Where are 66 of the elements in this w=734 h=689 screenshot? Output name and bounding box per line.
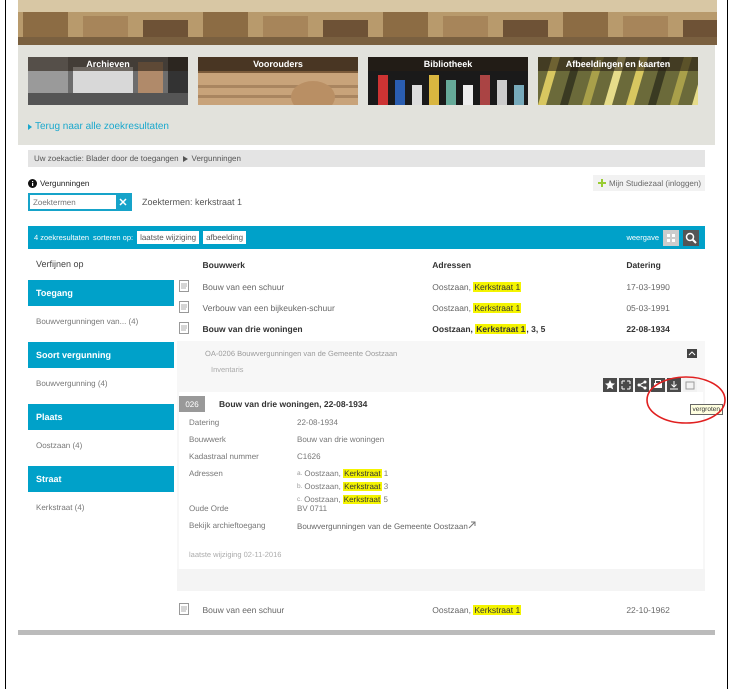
field-label: Kadastraal nummer <box>189 452 260 463</box>
column-header: Datering <box>626 260 661 270</box>
fullscreen-icon[interactable] <box>619 378 633 392</box>
filter-title: Verfijnen op <box>35 258 85 271</box>
date-cell: 22-10-1962 <box>626 604 670 614</box>
address-value: Oostzaan, Kerkstraat 1 <box>304 469 388 478</box>
document-icon[interactable] <box>178 320 190 334</box>
plus-icon <box>596 178 607 188</box>
filter-heading: Plaats <box>28 404 174 430</box>
filter-item[interactable]: Bouwvergunning (4) <box>28 368 174 398</box>
field-value: BV 0711 <box>297 504 328 513</box>
address-cell: Oostzaan, Kerkstraat 1 <box>432 282 522 292</box>
address-cell: Oostzaan, Kerkstraat 1 <box>432 604 522 614</box>
archive-link[interactable]: Bouwvergunningen van de Gemeente Oostzaan <box>297 522 468 531</box>
breadcrumb-text: Uw zoekactie: Blader door de toegangen <box>34 154 179 163</box>
filter-heading: Straat <box>28 466 174 492</box>
address-cell: Oostzaan, Kerkstraat 1, 3, 5 <box>432 324 546 334</box>
sort-option[interactable]: laatste wijziging <box>137 231 200 244</box>
category-tile[interactable]: Bibliotheek <box>368 57 528 105</box>
sort-option[interactable]: afbeelding <box>203 231 246 244</box>
filter-item[interactable]: Bouwvergunningen van... (4) <box>28 306 174 336</box>
filter-heading: Toegang <box>28 280 174 306</box>
column-header: Bouwwerk <box>202 260 246 270</box>
download-icon[interactable] <box>667 378 681 392</box>
address-cell: Oostzaan, Kerkstraat 1 <box>432 302 522 312</box>
field-label: Bouwwerk <box>189 435 227 446</box>
record-title: Bouw van drie woningen, 22-08-1934 <box>219 399 368 409</box>
search-field[interactable]: Zoektermen <box>28 193 132 211</box>
address-value: Oostzaan, Kerkstraat 3 <box>304 482 388 491</box>
building-cell[interactable]: Bouw van drie woningen <box>202 324 303 334</box>
star-icon[interactable] <box>603 378 617 392</box>
column-header: Adressen <box>432 260 472 270</box>
chevron-icon <box>28 124 32 130</box>
building-cell[interactable]: Bouw van een schuur <box>202 282 284 292</box>
filter-item[interactable]: Kerkstraat (4) <box>28 492 174 522</box>
document-icon[interactable] <box>178 300 190 314</box>
info-icon <box>28 178 37 188</box>
field-value: 22-08-1934 <box>297 418 338 427</box>
filter-item[interactable]: Oostzaan (4) <box>28 430 174 460</box>
field-label: Bekijk archieftoegang <box>189 521 266 532</box>
share-icon[interactable] <box>635 378 649 392</box>
login-button[interactable]: Mijn Studiezaal (inloggen) <box>592 175 705 191</box>
document-icon[interactable] <box>178 602 190 616</box>
category-tile[interactable]: Afbeeldingen en kaarten <box>538 57 698 105</box>
filter-heading: Soort vergunning <box>28 342 174 368</box>
collapse-icon[interactable] <box>687 349 697 358</box>
field-label: Adressen <box>189 469 224 480</box>
date-cell: 17-03-1990 <box>626 282 670 292</box>
field-label: Datering <box>189 418 220 429</box>
category-tile[interactable]: Voorouders <box>198 57 358 105</box>
field-value: Bouw van drie woningen <box>297 435 384 444</box>
search-summary: Zoektermen: kerkstraat 1 <box>142 197 242 207</box>
building-cell[interactable]: Bouw van een schuur <box>202 604 284 614</box>
field-label: Oude Orde <box>189 504 230 515</box>
building-cell[interactable]: Verbouw van een bijkeuken-schuur <box>202 302 335 312</box>
external-link-icon[interactable] <box>468 521 476 529</box>
field-value: C1626 <box>297 452 321 461</box>
breadcrumb-current: Vergunningen <box>192 154 241 163</box>
document-icon[interactable] <box>178 278 190 292</box>
date-cell: 22-08-1934 <box>626 324 670 334</box>
section-title: Vergunningen <box>40 178 90 188</box>
address-value: Oostzaan, Kerkstraat 5 <box>304 495 388 504</box>
category-tile[interactable]: Archieven <box>28 57 188 105</box>
chevron-icon <box>182 156 188 162</box>
date-cell: 05-03-1991 <box>626 302 670 312</box>
search-icon[interactable] <box>683 230 699 246</box>
